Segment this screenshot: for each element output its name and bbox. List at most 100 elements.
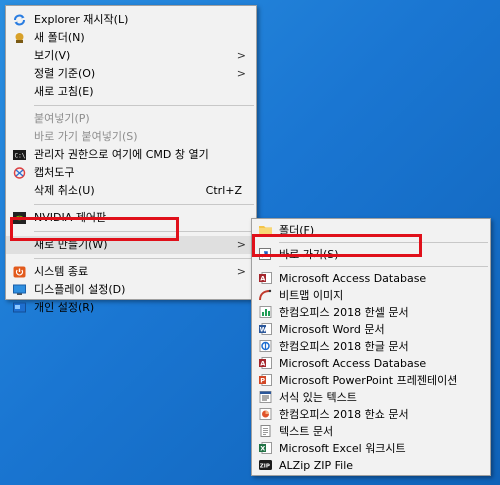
menu-item-undo-delete[interactable]: 삭제 취소(U) Ctrl+Z bbox=[6, 182, 256, 200]
menu-item-label: 보기(V) bbox=[34, 49, 71, 62]
display-icon bbox=[13, 284, 26, 296]
menu-item-label: 한컴오피스 2018 한글 문서 bbox=[279, 340, 409, 353]
menu-separator bbox=[34, 231, 254, 232]
refresh-icon bbox=[13, 14, 26, 26]
excel-icon: X bbox=[259, 442, 272, 454]
hancell-icon bbox=[259, 306, 272, 318]
menu-item-label: 한컴오피스 2018 한셀 문서 bbox=[279, 306, 409, 319]
menu-item-label: 새로 만들기(W) bbox=[34, 238, 108, 251]
menu-item-personalize[interactable]: 개인 설정(R) bbox=[6, 299, 256, 317]
menu-item-refresh[interactable]: 새로 고침(E) bbox=[6, 83, 256, 101]
menu-item-label: NVIDIA 제어판 bbox=[34, 211, 107, 224]
menu-item-label: Microsoft Access Database bbox=[279, 272, 427, 285]
svg-text:A: A bbox=[260, 275, 265, 283]
svg-text:P: P bbox=[260, 377, 265, 385]
submenu-item-access-database[interactable]: A Microsoft Access Database bbox=[252, 270, 490, 287]
menu-item-label: 디스플레이 설정(D) bbox=[34, 283, 126, 296]
menu-item-display-settings[interactable]: 디스플레이 설정(D) bbox=[6, 281, 256, 299]
alzip-icon: ZIP bbox=[259, 459, 272, 471]
submenu-item-excel-worksheet[interactable]: X Microsoft Excel 워크시트 bbox=[252, 440, 490, 457]
menu-item-shortcut: Ctrl+Z bbox=[205, 184, 242, 197]
submenu-item-text-document[interactable]: 텍스트 문서 bbox=[252, 423, 490, 440]
menu-item-open-cmd-admin[interactable]: C:\ 관리자 권한으로 여기에 CMD 창 열기 bbox=[6, 146, 256, 164]
menu-item-restart-explorer[interactable]: Explorer 재시작(L) bbox=[6, 11, 256, 29]
menu-item-paste: 붙여넣기(P) bbox=[6, 110, 256, 128]
svg-text:A: A bbox=[260, 360, 265, 368]
snipping-tool-icon bbox=[13, 167, 26, 179]
submenu-item-rich-text[interactable]: 서식 있는 텍스트 bbox=[252, 389, 490, 406]
menu-item-label: ALZip ZIP File bbox=[279, 459, 354, 472]
shortcut-icon bbox=[259, 248, 272, 260]
menu-item-paste-shortcut: 바로 가기 붙여넣기(S) bbox=[6, 128, 256, 146]
menu-item-label: 한컴오피스 2018 한쇼 문서 bbox=[279, 408, 409, 421]
access-icon: A bbox=[259, 272, 272, 284]
chevron-right-icon: > bbox=[236, 238, 246, 251]
folder-icon bbox=[259, 224, 272, 236]
powerpoint-icon: P bbox=[259, 374, 272, 386]
nvidia-icon bbox=[13, 212, 26, 224]
svg-text:X: X bbox=[260, 445, 265, 453]
access-icon: A bbox=[259, 357, 272, 369]
menu-item-shutdown[interactable]: 시스템 종료 > bbox=[6, 263, 256, 281]
text-doc-icon bbox=[259, 425, 272, 437]
menu-item-label: 캡처도구 bbox=[34, 166, 75, 179]
menu-item-label: 비트맵 이미지 bbox=[279, 289, 344, 302]
chevron-right-icon: > bbox=[236, 265, 246, 278]
new-folder-icon bbox=[13, 32, 26, 44]
svg-text:C:\: C:\ bbox=[15, 153, 26, 160]
svg-text:ZIP: ZIP bbox=[260, 464, 270, 470]
menu-item-new-folder[interactable]: 새 폴더(N) bbox=[6, 29, 256, 47]
submenu-item-word-document[interactable]: W Microsoft Word 문서 bbox=[252, 321, 490, 338]
bitmap-icon bbox=[259, 289, 272, 301]
submenu-item-folder[interactable]: 폴더(F) bbox=[252, 222, 490, 239]
desktop-context-menu: Explorer 재시작(L) 새 폴더(N) 보기(V) > 정렬 기준(O)… bbox=[5, 5, 257, 314]
menu-item-label: Microsoft PowerPoint 프레젠테이션 bbox=[279, 374, 458, 387]
menu-separator bbox=[279, 242, 488, 243]
new-submenu: 폴더(F) 바로 가기(S) A Microsoft Access Databa… bbox=[251, 218, 491, 476]
menu-item-label: 정렬 기준(O) bbox=[34, 67, 96, 80]
menu-item-label: 붙여넣기(P) bbox=[34, 112, 90, 125]
submenu-item-hwp-document[interactable]: 한컴오피스 2018 한글 문서 bbox=[252, 338, 490, 355]
chevron-right-icon: > bbox=[236, 49, 246, 62]
menu-item-snipping-tool[interactable]: 캡처도구 bbox=[6, 164, 256, 182]
menu-item-label: 새로 고침(E) bbox=[34, 85, 94, 98]
menu-item-view[interactable]: 보기(V) > bbox=[6, 47, 256, 65]
menu-item-label: Microsoft Excel 워크시트 bbox=[279, 442, 406, 455]
word-icon: W bbox=[259, 323, 272, 335]
menu-item-label: 시스템 종료 bbox=[34, 265, 89, 278]
menu-separator bbox=[34, 258, 254, 259]
hanshow-icon bbox=[259, 408, 272, 420]
svg-text:W: W bbox=[260, 326, 267, 334]
submenu-item-shortcut[interactable]: 바로 가기(S) bbox=[252, 246, 490, 263]
submenu-item-bitmap-image[interactable]: 비트맵 이미지 bbox=[252, 287, 490, 304]
cmd-icon: C:\ bbox=[13, 149, 26, 161]
menu-item-new[interactable]: 새로 만들기(W) > bbox=[6, 236, 256, 254]
menu-separator bbox=[34, 105, 254, 106]
hwp-icon bbox=[259, 340, 272, 352]
menu-item-label: 관리자 권한으로 여기에 CMD 창 열기 bbox=[34, 148, 209, 161]
menu-item-label: 개인 설정(R) bbox=[34, 301, 95, 314]
menu-item-label: Microsoft Word 문서 bbox=[279, 323, 385, 336]
rtf-icon bbox=[259, 391, 272, 403]
menu-item-label: 새 폴더(N) bbox=[34, 31, 85, 44]
personalize-icon bbox=[13, 302, 26, 314]
menu-item-label: 바로 가기 붙여넣기(S) bbox=[34, 130, 138, 143]
menu-item-label: 서식 있는 텍스트 bbox=[279, 391, 357, 404]
menu-item-sort-by[interactable]: 정렬 기준(O) > bbox=[6, 65, 256, 83]
menu-item-nvidia-control-panel[interactable]: NVIDIA 제어판 bbox=[6, 209, 256, 227]
chevron-right-icon: > bbox=[236, 67, 246, 80]
menu-item-label: Microsoft Access Database bbox=[279, 357, 427, 370]
submenu-item-alzip-file[interactable]: ZIP ALZip ZIP File bbox=[252, 457, 490, 474]
menu-item-label: 삭제 취소(U) bbox=[34, 184, 95, 197]
submenu-item-hancell-document[interactable]: 한컴오피스 2018 한셀 문서 bbox=[252, 304, 490, 321]
menu-separator bbox=[279, 266, 488, 267]
menu-item-label: 텍스트 문서 bbox=[279, 425, 334, 438]
menu-separator bbox=[34, 204, 254, 205]
shutdown-icon bbox=[13, 266, 26, 278]
menu-item-label: Explorer 재시작(L) bbox=[34, 13, 129, 26]
submenu-item-hanshow-document[interactable]: 한컴오피스 2018 한쇼 문서 bbox=[252, 406, 490, 423]
submenu-item-access-database-2[interactable]: A Microsoft Access Database bbox=[252, 355, 490, 372]
menu-item-label: 바로 가기(S) bbox=[279, 248, 339, 261]
submenu-item-powerpoint-presentation[interactable]: P Microsoft PowerPoint 프레젠테이션 bbox=[252, 372, 490, 389]
menu-item-label: 폴더(F) bbox=[279, 224, 315, 237]
